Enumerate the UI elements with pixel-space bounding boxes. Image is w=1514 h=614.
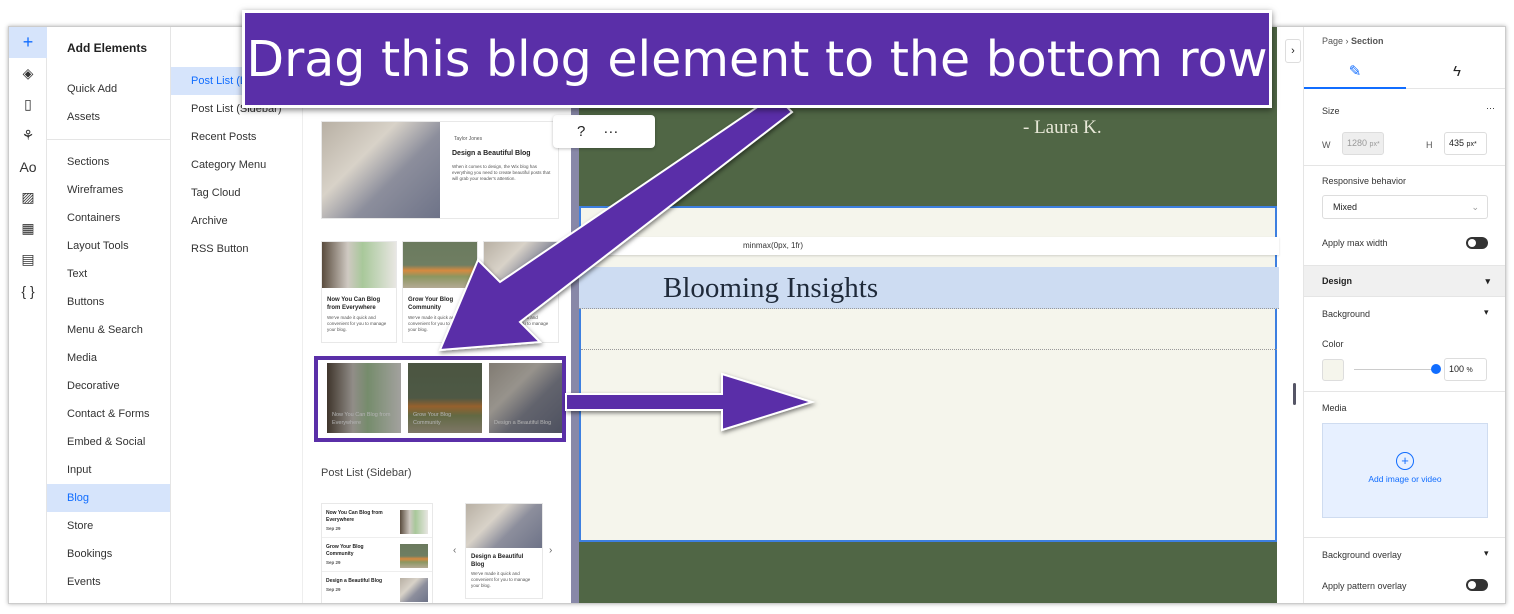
instruction-banner: Drag this blog element to the bottom row [242, 10, 1272, 108]
horizontal-arrow [565, 372, 816, 432]
diagonal-arrow [438, 93, 794, 352]
